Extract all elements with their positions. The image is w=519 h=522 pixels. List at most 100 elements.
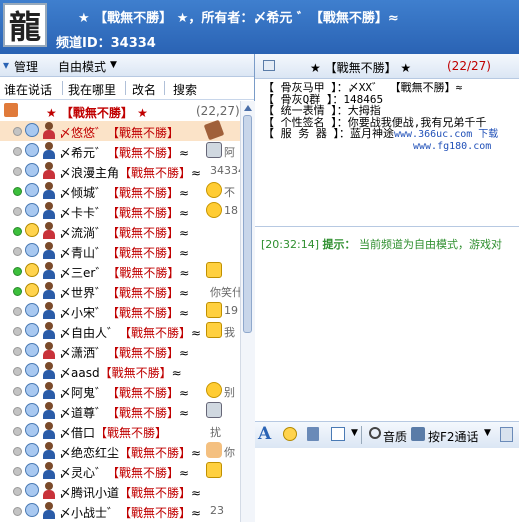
member-name: 〆潇洒゛【戰無不勝】≈ (59, 346, 190, 360)
push-to-talk-dropdown-icon[interactable]: ▼ (484, 428, 500, 444)
mic-status-icon (13, 507, 22, 516)
member-name: 〆灵心゛【戰無不勝】≈ (59, 466, 190, 480)
group-name: ★ 【戰無不勝】 ★ (46, 106, 148, 120)
website-link[interactable]: www.fg180.com (413, 141, 491, 152)
member-row[interactable]: 〆借口【戰無不勝】 扰 (0, 421, 240, 441)
cube-icon (206, 142, 222, 158)
member-list: ★ 【戰無不勝】 ★ (22,27) 〆悠悠゛【戰無不勝】 〆希元゛【戰無不勝】≈… (0, 101, 240, 522)
status-face-icon (25, 263, 39, 277)
member-row[interactable]: 〆流淌゛【戰無不勝】≈ (0, 221, 240, 241)
member-list-scrollbar[interactable] (240, 101, 255, 522)
user-avatar-icon (42, 382, 56, 399)
member-row[interactable]: 〆三er゛【戰無不勝】≈ (0, 261, 240, 281)
status-face-icon (25, 163, 39, 177)
member-name: 〆悠悠゛【戰無不勝】 (59, 126, 180, 140)
emoticon-icon (206, 262, 222, 278)
user-avatar-icon (42, 162, 56, 179)
scroll-up-icon[interactable] (244, 105, 252, 111)
chat-toolbar: A ▼ 音质 按F2通话 ▼ (255, 421, 519, 449)
mic-status-icon (13, 327, 22, 336)
member-row[interactable]: 〆道尊゛【戰無不勝】≈ (0, 401, 240, 421)
tab-who-speaking[interactable]: 谁在说话 (4, 81, 52, 98)
user-avatar-icon (42, 242, 56, 259)
member-signature: 23 (210, 504, 224, 517)
user-avatar-icon (42, 122, 56, 139)
member-name: 〆腾讯小道【戰無不勝】≈ (59, 486, 202, 500)
sound-quality-icon[interactable] (369, 427, 381, 439)
member-row[interactable]: 〆浪漫主角【戰無不勝】≈ 34334 (0, 161, 240, 181)
user-avatar-icon (42, 442, 56, 459)
member-row[interactable]: 〆自由人゛【戰無不勝】≈ 我 (0, 321, 240, 341)
clipboard-icon[interactable] (500, 427, 513, 442)
emoticon-icon[interactable] (283, 427, 297, 441)
tab-where-am-i[interactable]: 我在哪里 (68, 81, 116, 98)
chat-panel: ★ 【戰無不勝】 ★ (22/27) 【 骨灰马甲 】：〆XX゛ 【戰無不勝】≈… (255, 54, 519, 522)
status-face-icon (25, 483, 39, 497)
group-count: (22,27) (196, 104, 240, 118)
user-avatar-icon (42, 322, 56, 339)
manage-menu[interactable]: 管理 (14, 58, 38, 75)
monitor-icon[interactable] (263, 60, 275, 71)
emoticon-icon (206, 382, 222, 398)
message-input[interactable] (255, 448, 519, 522)
channel-logo: 龍 (3, 3, 47, 47)
member-row[interactable]: 〆悠悠゛【戰無不勝】 (0, 119, 240, 141)
user-avatar-icon (42, 282, 56, 299)
member-row[interactable]: 〆青山゛【戰無不勝】≈ (0, 241, 240, 261)
member-signature: 别 (224, 386, 235, 399)
status-face-icon (25, 303, 39, 317)
screenshot-dropdown-icon[interactable]: ▼ (351, 428, 367, 444)
member-name: 〆希元゛【戰無不勝】≈ (59, 146, 190, 160)
member-row[interactable]: 〆希元゛【戰無不勝】≈ 阿 (0, 141, 240, 161)
member-row[interactable]: 〆小战士゛【戰無不勝】≈ 23 (0, 501, 240, 521)
member-row[interactable]: 〆绝恋红尘【戰無不勝】≈ 你 (0, 441, 240, 461)
member-row[interactable]: 〆aasd【戰無不勝】≈ (0, 361, 240, 381)
mic-status-icon (13, 407, 22, 416)
screenshot-icon[interactable] (331, 427, 345, 441)
mic-status-icon (13, 167, 22, 176)
member-name: 〆青山゛【戰無不勝】≈ (59, 246, 190, 260)
status-face-icon (25, 223, 39, 237)
tab-rename[interactable]: 改名 (132, 81, 156, 98)
system-message: [20:32:14] 提示： 当前频道为自由模式，游戏对 (261, 238, 502, 251)
user-avatar-icon (42, 222, 56, 239)
member-name: 〆aasd【戰無不勝】≈ (59, 366, 182, 380)
member-signature: 阿 (224, 146, 235, 159)
user-avatar-icon (42, 362, 56, 379)
mic-status-icon (13, 287, 22, 296)
clear-icon[interactable] (307, 427, 319, 441)
member-row[interactable]: 〆阿鬼゛【戰無不勝】≈ 别 (0, 381, 240, 401)
sound-quality-label[interactable]: 音质 (383, 428, 407, 445)
status-face-icon (25, 323, 39, 337)
status-face-icon (25, 503, 39, 517)
push-to-talk-label[interactable]: 按F2通话 (428, 428, 479, 445)
member-tabs: 谁在说话 我在哪里 改名 搜索 (0, 77, 254, 100)
chevron-down-icon[interactable]: ▾ (3, 58, 9, 72)
mode-dropdown[interactable]: 自由模式 (58, 58, 106, 75)
mode-dropdown-arrow-icon[interactable]: ▼ (110, 60, 117, 70)
scroll-thumb[interactable] (243, 115, 252, 333)
member-name: 〆阿鬼゛【戰無不勝】≈ (59, 386, 190, 400)
tag-icon (203, 119, 225, 141)
member-signature: 扰 (210, 426, 221, 439)
member-row[interactable]: 〆潇洒゛【戰無不勝】≈ (0, 341, 240, 361)
member-name: 〆流淌゛【戰無不勝】≈ (59, 226, 190, 240)
keyboard-icon[interactable] (411, 427, 425, 441)
member-row[interactable]: 〆小宋゛【戰無不勝】≈ 19 (0, 301, 240, 321)
channel-bar-count: (22/27) (447, 59, 491, 73)
font-icon[interactable]: A (258, 424, 274, 444)
member-row[interactable]: 〆卡卡゛【戰無不勝】≈ 18 (0, 201, 240, 221)
toolbar-divider (361, 426, 362, 444)
cube-icon (206, 402, 222, 418)
member-row[interactable]: 〆腾讯小道【戰無不勝】≈ (0, 481, 240, 501)
member-name: 〆世界゛【戰無不勝】≈ (59, 286, 190, 300)
group-row[interactable]: ★ 【戰無不勝】 ★ (22,27) (0, 101, 240, 121)
member-signature: 你笑什 (210, 286, 240, 299)
status-face-icon (25, 243, 39, 257)
member-row[interactable]: 〆倾城゛【戰無不勝】≈ 不 (0, 181, 240, 201)
download-link[interactable]: www.366uc.com 下载 (394, 129, 498, 140)
info-line: 【 服 务 器 】：蓝月神途www.366uc.com 下载 (263, 127, 499, 140)
member-row[interactable]: 〆灵心゛【戰無不勝】≈ (0, 461, 240, 481)
member-row[interactable]: 〆世界゛【戰無不勝】≈ 你笑什 (0, 281, 240, 301)
tab-search[interactable]: 搜索 (173, 81, 197, 98)
